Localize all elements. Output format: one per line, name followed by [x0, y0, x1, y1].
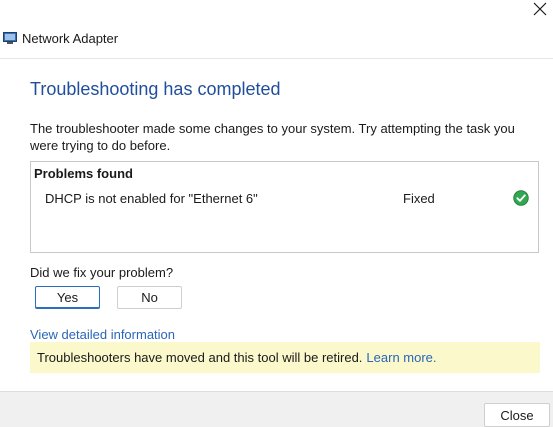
notice-text: Troubleshooters have moved and this tool… [37, 350, 363, 365]
feedback-question: Did we fix your problem? [30, 265, 174, 280]
problems-found-panel: Problems found DHCP is not enabled for "… [30, 161, 539, 253]
title-bar: Network Adapter [0, 0, 553, 60]
no-button[interactable]: No [117, 286, 182, 309]
view-detailed-information-link[interactable]: View detailed information [30, 327, 175, 342]
check-circle-icon [513, 190, 529, 206]
yes-button[interactable]: Yes [35, 286, 100, 309]
window-title: Network Adapter [22, 31, 119, 46]
close-icon [533, 2, 547, 16]
problem-status: Fixed [403, 191, 435, 206]
page-title: Troubleshooting has completed [30, 79, 281, 99]
header-divider [0, 58, 553, 59]
problem-row: DHCP is not enabled for "Ethernet 6" Fix… [31, 189, 538, 209]
retirement-notice: Troubleshooters have moved and this tool… [30, 342, 540, 373]
footer-bar: Close [0, 391, 553, 427]
window-close-button[interactable] [529, 0, 551, 20]
close-button[interactable]: Close [484, 403, 550, 427]
problem-description: DHCP is not enabled for "Ethernet 6" [45, 191, 258, 206]
problems-found-header: Problems found [34, 166, 133, 181]
result-description: The troubleshooter made some changes to … [30, 121, 515, 153]
learn-more-link[interactable]: Learn more. [366, 350, 436, 365]
network-adapter-icon [3, 32, 17, 44]
